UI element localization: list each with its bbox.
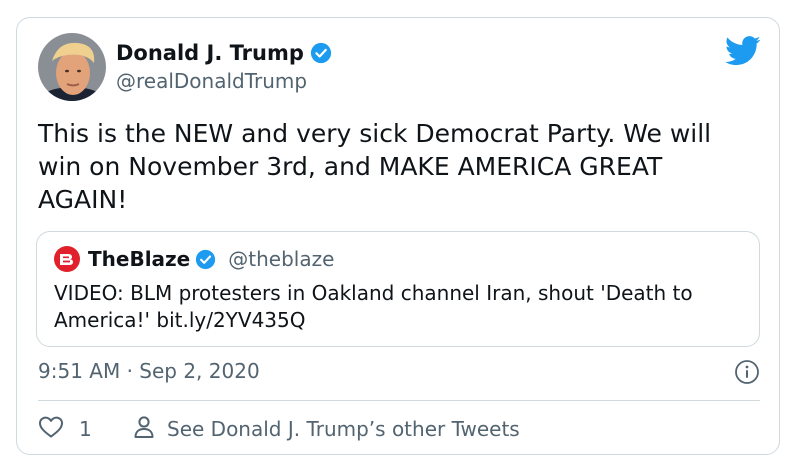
info-icon[interactable]	[734, 359, 760, 385]
heart-icon	[38, 415, 64, 443]
see-other-tweets-label: See Donald J. Trump’s other Tweets	[167, 417, 520, 441]
quoted-tweet[interactable]: TheBlaze @theblaze VIDEO: BLM protesters…	[36, 231, 760, 347]
verified-badge-icon	[195, 249, 216, 270]
author-handle[interactable]: @realDonaldTrump	[116, 69, 307, 93]
quoted-author-name: TheBlaze	[88, 247, 191, 271]
person-icon	[133, 415, 155, 443]
quoted-author-row: TheBlaze @theblaze	[54, 244, 334, 274]
like-button[interactable]: 1	[38, 415, 92, 443]
tweet-text: This is the NEW and very sick Democrat P…	[38, 119, 712, 214]
author-name[interactable]: Donald J. Trump	[116, 41, 304, 65]
verified-badge-icon	[310, 42, 332, 64]
see-other-tweets-link[interactable]: See Donald J. Trump’s other Tweets	[133, 415, 520, 443]
author-row: Donald J. Trump	[116, 38, 332, 68]
twitter-bird-icon[interactable]	[725, 36, 761, 66]
tweet-timestamp[interactable]: 9:51 AM · Sep 2, 2020	[38, 359, 260, 383]
theblaze-logo-icon	[54, 246, 80, 272]
quoted-tweet-text: VIDEO: BLM protesters in Oakland channel…	[54, 281, 693, 332]
tweet-card: Donald J. Trump @realDonaldTrump This is…	[16, 17, 780, 455]
quoted-author-handle: @theblaze	[228, 247, 335, 271]
avatar[interactable]	[38, 33, 106, 101]
like-count: 1	[79, 417, 92, 441]
divider	[38, 400, 760, 401]
